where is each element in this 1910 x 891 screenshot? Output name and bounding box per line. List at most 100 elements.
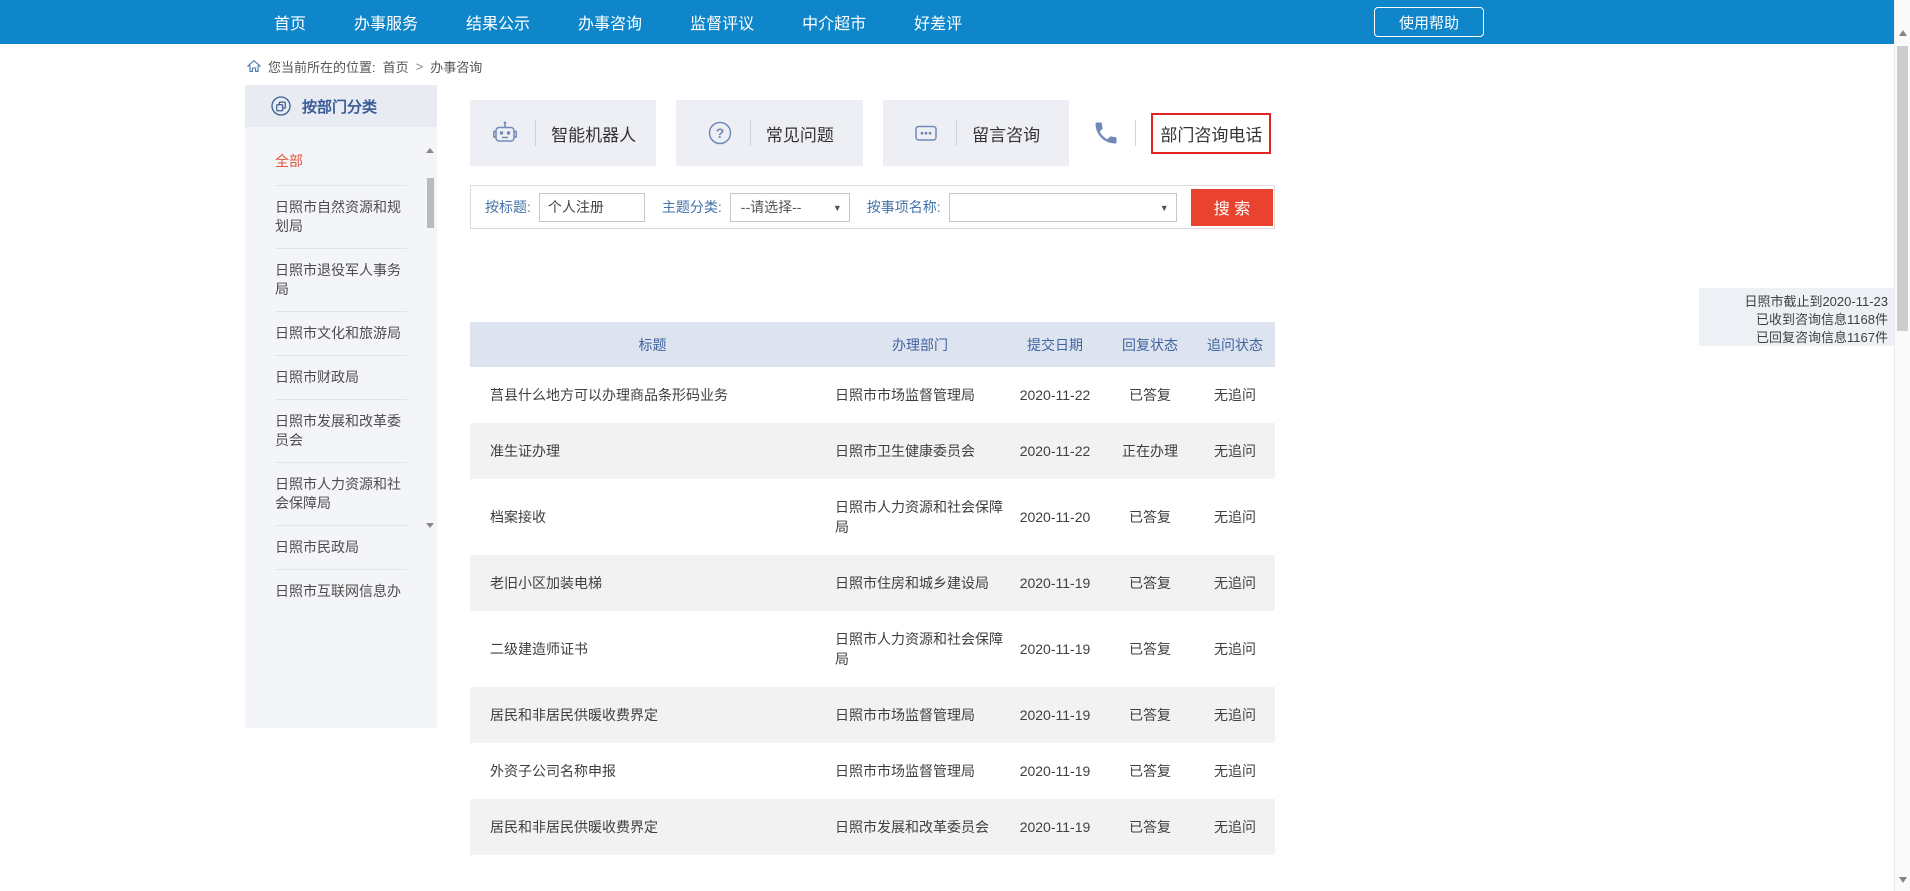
cell-follow-status: 无追问 [1195,817,1275,837]
sidebar-scrollbar-thumb[interactable] [427,178,434,228]
tab-label-faq: 常见问题 [766,121,834,146]
table-row[interactable]: 档案接收 日照市人力资源和社会保障局 2020-11-20 已答复 无追问 [470,479,1275,555]
sidebar-scrollbar[interactable] [426,148,435,528]
cell-title[interactable]: 居民和非居民供暖收费界定 [470,817,835,837]
sidebar-item-internet-info[interactable]: 日照市互联网信息办 [275,569,407,613]
breadcrumb-separator: > [416,59,424,74]
cell-title[interactable]: 外资子公司名称申报 [470,761,835,781]
sidebar-header: 按部门分类 [245,85,437,127]
message-dots-icon [911,118,941,148]
table-row[interactable]: 外资子公司名称申报 日照市市场监督管理局 2020-11-19 已答复 无追问 [470,743,1275,799]
cell-follow-status: 无追问 [1195,441,1275,461]
cell-department: 日照市市场监督管理局 [835,761,1005,781]
table-row[interactable]: 居民和非居民供暖收费界定 日照市市场监督管理局 2020-11-19 已答复 无… [470,687,1275,743]
tab-label-message: 留言咨询 [972,121,1040,146]
consultation-table: 标题 办理部门 提交日期 回复状态 追问状态 莒县什么地方可以办理商品条形码业务… [470,322,1275,855]
tab-smart-robot[interactable]: 智能机器人 [470,100,656,166]
cell-title[interactable]: 档案接收 [470,507,835,527]
cell-department: 日照市卫生健康委员会 [835,441,1005,461]
scrollbar-down-icon[interactable] [426,523,434,528]
cell-title[interactable]: 莒县什么地方可以办理商品条形码业务 [470,385,835,405]
nav-item-services[interactable]: 办事服务 [354,10,418,34]
scrollbar-up-icon[interactable] [426,148,434,153]
tab-message-consult[interactable]: 留言咨询 [883,100,1069,166]
sidebar-item-veterans-affairs[interactable]: 日照市退役军人事务局 [275,248,407,311]
cell-date: 2020-11-22 [1005,441,1105,461]
cell-title[interactable]: 二级建造师证书 [470,639,835,659]
category-grid-icon [269,94,293,118]
sidebar-item-civil-affairs[interactable]: 日照市民政局 [275,525,407,569]
cell-date: 2020-11-19 [1005,761,1105,781]
tab-divider [535,120,536,146]
tab-label-phone-highlighted: 部门咨询电话 [1151,113,1271,154]
nav-item-intermediary[interactable]: 中介超市 [802,10,866,34]
item-name-select[interactable]: ▼ [949,193,1177,222]
table-row[interactable]: 老旧小区加装电梯 日照市住房和城乡建设局 2020-11-19 已答复 无追问 [470,555,1275,611]
cell-date: 2020-11-19 [1005,639,1105,659]
top-navigation-bar: 首页 办事服务 结果公示 办事咨询 监督评议 中介超市 好差评 使用帮助 [0,0,1894,44]
page-scrollbar[interactable] [1894,0,1910,891]
item-name-filter-label: 按事项名称: [867,197,941,217]
nav-item-rating[interactable]: 好差评 [914,10,962,34]
sidebar-item-all[interactable]: 全部 [275,143,407,185]
cell-reply-status: 已答复 [1105,507,1195,527]
stats-line-deadline: 日照市截止到2020-11-23 [1699,293,1888,311]
search-button[interactable]: 搜 索 [1191,189,1273,226]
main-nav: 首页 办事服务 结果公示 办事咨询 监督评议 中介超市 好差评 [274,0,962,44]
question-circle-icon: ? [705,118,735,148]
table-row[interactable]: 二级建造师证书 日照市人力资源和社会保障局 2020-11-19 已答复 无追问 [470,611,1275,687]
cell-follow-status: 无追问 [1195,507,1275,527]
tab-divider [956,120,957,146]
title-filter-label: 按标题: [485,197,531,217]
nav-item-consultation[interactable]: 办事咨询 [578,10,642,34]
title-search-input[interactable] [539,193,645,222]
cell-reply-status: 已答复 [1105,639,1195,659]
page: 首页 办事服务 结果公示 办事咨询 监督评议 中介超市 好差评 使用帮助 您当前… [0,0,1910,891]
cell-title[interactable]: 居民和非居民供暖收费界定 [470,705,835,725]
table-row[interactable]: 准生证办理 日照市卫生健康委员会 2020-11-22 正在办理 无追问 [470,423,1275,479]
help-button[interactable]: 使用帮助 [1374,7,1484,37]
cell-title[interactable]: 准生证办理 [470,441,835,461]
sidebar-item-natural-resources[interactable]: 日照市自然资源和规划局 [275,185,407,248]
department-sidebar: 按部门分类 全部 日照市自然资源和规划局 日照市退役军人事务局 日照市文化和旅游… [245,85,437,728]
cell-follow-status: 无追问 [1195,639,1275,659]
header-follow-status: 追问状态 [1195,335,1275,355]
tab-department-phone[interactable]: 部门咨询电话 [1089,100,1275,166]
nav-item-results[interactable]: 结果公示 [466,10,530,34]
breadcrumb-prefix: 您当前所在的位置: [268,57,376,76]
scrollbar-down-icon[interactable] [1899,877,1907,883]
stats-line-received: 已收到咨询信息1168件 [1699,311,1888,329]
sidebar-item-development-reform[interactable]: 日照市发展和改革委员会 [275,399,407,462]
cell-department: 日照市市场监督管理局 [835,705,1005,725]
cell-title[interactable]: 老旧小区加装电梯 [470,573,835,593]
cell-reply-status: 正在办理 [1105,441,1195,461]
header-department: 办理部门 [835,335,1005,355]
breadcrumb-home-link[interactable]: 首页 [383,57,409,76]
sidebar-item-human-resources[interactable]: 日照市人力资源和社会保障局 [275,462,407,525]
sidebar-item-culture-tourism[interactable]: 日照市文化和旅游局 [275,311,407,355]
chevron-down-icon: ▼ [1160,203,1169,213]
tab-label-robot: 智能机器人 [551,121,636,146]
search-bar: 按标题: 主题分类: --请选择-- ▼ 按事项名称: ▼ 搜 索 [470,185,1275,229]
tab-divider [750,120,751,146]
category-select[interactable]: --请选择-- ▼ [730,193,850,222]
sidebar-item-finance[interactable]: 日照市财政局 [275,355,407,399]
table-row[interactable]: 居民和非居民供暖收费界定 日照市发展和改革委员会 2020-11-19 已答复 … [470,799,1275,855]
cell-department: 日照市市场监督管理局 [835,385,1005,405]
page-scrollbar-thumb[interactable] [1897,46,1908,331]
tab-faq[interactable]: ? 常见问题 [676,100,862,166]
table-row[interactable]: 莒县什么地方可以办理商品条形码业务 日照市市场监督管理局 2020-11-22 … [470,367,1275,423]
sidebar-list: 全部 日照市自然资源和规划局 日照市退役军人事务局 日照市文化和旅游局 日照市财… [245,127,437,613]
cell-department: 日照市人力资源和社会保障局 [835,629,1005,669]
nav-item-home[interactable]: 首页 [274,10,306,34]
cell-follow-status: 无追问 [1195,761,1275,781]
cell-reply-status: 已答复 [1105,573,1195,593]
cell-department: 日照市发展和改革委员会 [835,817,1005,837]
scrollbar-up-icon[interactable] [1899,30,1907,36]
chevron-down-icon: ▼ [833,203,842,213]
tab-divider [1135,120,1136,146]
cell-follow-status: 无追问 [1195,705,1275,725]
cell-department: 日照市住房和城乡建设局 [835,573,1005,593]
cell-date: 2020-11-19 [1005,817,1105,837]
nav-item-supervision[interactable]: 监督评议 [690,10,754,34]
